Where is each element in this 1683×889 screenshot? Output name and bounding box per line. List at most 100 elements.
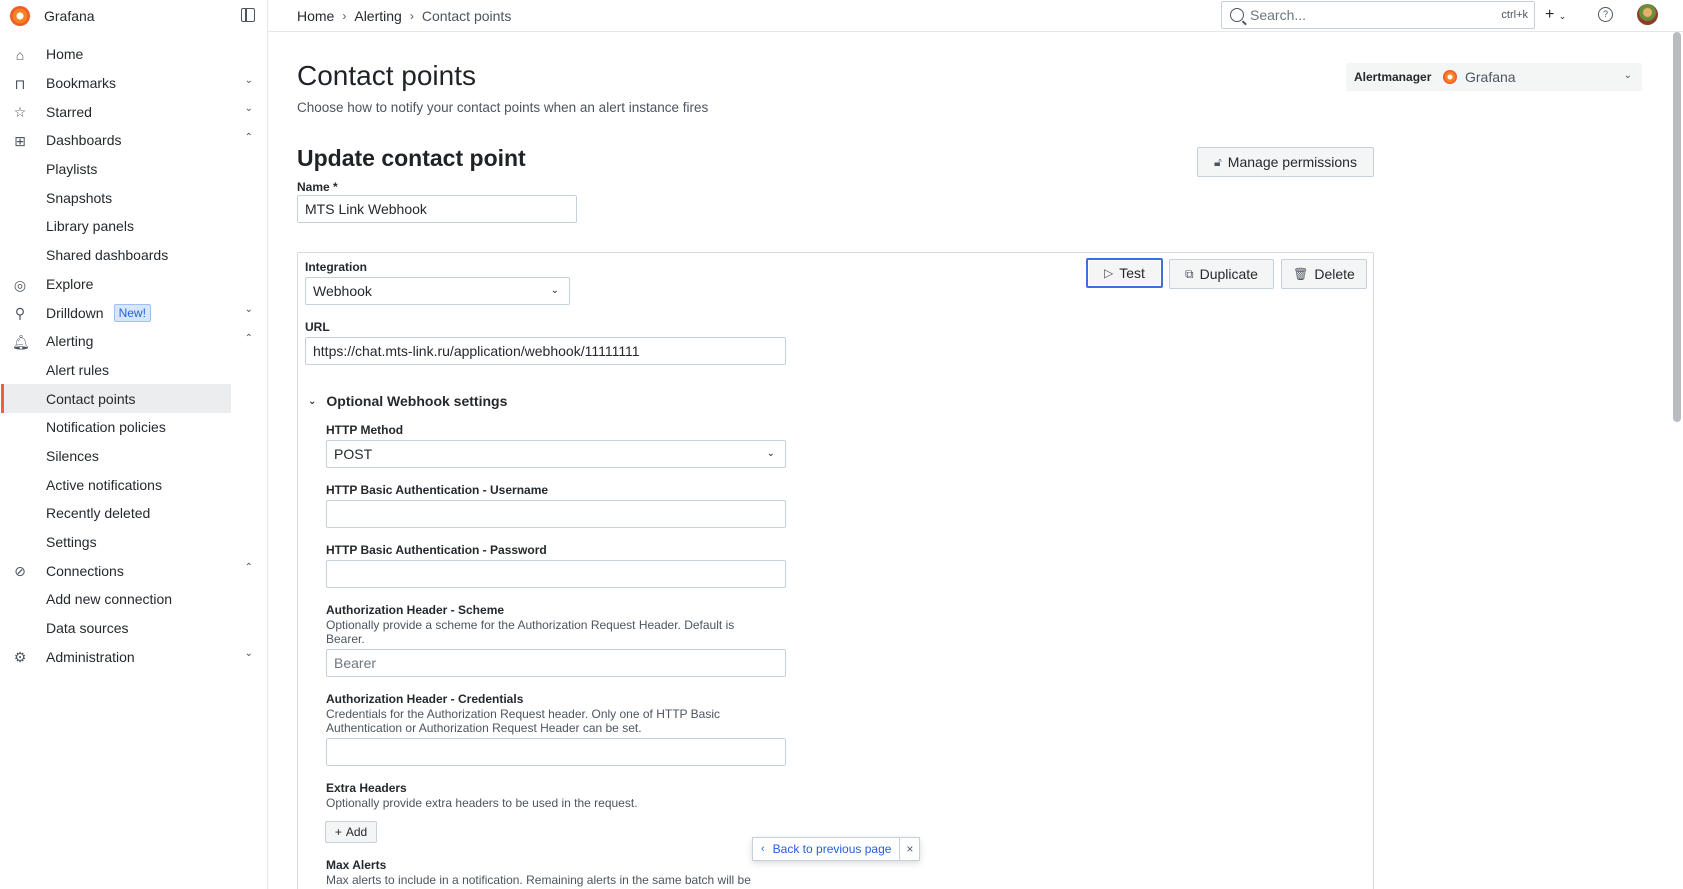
sidebar-item-library-panels[interactable]: Library panels xyxy=(0,212,267,241)
chevron-up-icon[interactable]: ⌃ xyxy=(245,132,253,143)
sidebar-item-bookmarks[interactable]: ⊓ Bookmarks ⌄ xyxy=(0,69,267,98)
max-alerts-label: Max Alerts xyxy=(326,858,387,872)
sidebar-item-home[interactable]: ⌂ Home xyxy=(0,40,267,69)
sidebar-nav: ⌂ Home ⊓ Bookmarks ⌄ ☆ Starred ⌄ ⊞ Dashboards ⌃ Pla… xyxy=(0,40,267,671)
sidebar-item-contact-points[interactable]: Contact points xyxy=(1,384,231,413)
sidebar-item-silences[interactable]: Silences xyxy=(0,442,267,471)
chevron-up-icon[interactable]: ⌃ xyxy=(245,333,253,344)
sidebar-item-starred[interactable]: ☆ Starred ⌄ xyxy=(0,97,267,126)
apps-icon: ⊞ xyxy=(14,133,26,150)
max-alerts-description: Max alerts to include in a notification.… xyxy=(326,873,751,887)
sidebar-item-settings[interactable]: Settings xyxy=(0,528,267,557)
sidebar-item-drilldown[interactable]: ⚲ Drilldown New! ⌄ xyxy=(0,298,267,327)
sidebar-item-label: Active notifications xyxy=(46,476,162,493)
star-icon: ☆ xyxy=(13,104,27,121)
url-input[interactable]: https://chat.mts-link.ru/application/web… xyxy=(305,337,786,365)
chevron-right-icon: › xyxy=(342,8,347,23)
test-label: Test xyxy=(1119,265,1145,281)
page-scrollbar[interactable] xyxy=(1673,32,1681,422)
page-title: Contact points xyxy=(297,60,476,91)
lock-icon: 🔓︎ xyxy=(1214,154,1222,169)
cog-icon: ⚙ xyxy=(13,649,27,666)
breadcrumb-current: Contact points xyxy=(421,7,512,24)
compass-icon: ◎ xyxy=(13,276,27,293)
sidebar-item-snapshots[interactable]: Snapshots xyxy=(0,183,267,212)
alertmanager-select[interactable]: Grafana ⌄ xyxy=(1434,63,1642,91)
optional-settings-title: Optional Webhook settings xyxy=(326,393,508,409)
sidebar-item-notification-policies[interactable]: Notification policies xyxy=(0,413,267,442)
manage-permissions-label: Manage permissions xyxy=(1227,154,1357,170)
sidebar-item-data-sources[interactable]: Data sources xyxy=(0,614,267,643)
trash-icon: 🗑︎ xyxy=(1293,267,1309,281)
url-label: URL xyxy=(305,320,330,334)
test-button[interactable]: ▷ Test xyxy=(1086,258,1163,288)
breadcrumb-home[interactable]: Home xyxy=(297,8,334,24)
sidebar-item-label: Home xyxy=(46,46,84,63)
delete-button[interactable]: 🗑︎ Delete xyxy=(1281,259,1367,289)
plus-icon: + xyxy=(1545,6,1555,23)
manage-permissions-button[interactable]: 🔓︎ Manage permissions xyxy=(1197,147,1374,177)
auth-credentials-input[interactable] xyxy=(326,738,786,766)
brand[interactable]: Grafana xyxy=(0,0,267,32)
basic-password-input[interactable] xyxy=(326,560,786,588)
optional-settings-toggle[interactable]: ⌄ Optional Webhook settings xyxy=(308,393,507,409)
chevron-down-icon: ⌄ xyxy=(550,285,559,296)
integration-value: Webhook xyxy=(313,283,372,299)
name-label: Name * xyxy=(297,180,338,194)
name-input[interactable]: MTS Link Webhook xyxy=(297,195,577,223)
close-icon[interactable]: × xyxy=(900,842,919,856)
chevron-down-icon: ⌄ xyxy=(1558,11,1567,21)
sidebar-item-label: Library panels xyxy=(46,218,134,235)
back-button[interactable]: ‹ Back to previous page xyxy=(753,838,901,860)
auth-scheme-input[interactable]: Bearer xyxy=(326,649,786,677)
search-input[interactable]: Search... ctrl+k xyxy=(1221,1,1535,29)
sidebar-item-recently-deleted[interactable]: Recently deleted xyxy=(0,499,267,528)
sidebar-item-alert-rules[interactable]: Alert rules xyxy=(0,356,267,385)
grafana-logo-icon xyxy=(1443,70,1457,84)
sidebar: Grafana ⌂ Home ⊓ Bookmarks ⌄ ☆ Starred ⌄ ⊞ Dashbo… xyxy=(0,0,268,889)
duplicate-label: Duplicate xyxy=(1199,266,1258,282)
avatar[interactable] xyxy=(1637,4,1658,25)
sidebar-item-active-notifications[interactable]: Active notifications xyxy=(0,470,267,499)
sidebar-item-playlists[interactable]: Playlists xyxy=(0,155,267,184)
auth-scheme-label: Authorization Header - Scheme xyxy=(326,603,505,617)
chevron-down-icon[interactable]: ⌄ xyxy=(245,304,253,315)
auth-scheme-description: Optionally provide a scheme for the Auth… xyxy=(326,618,735,646)
basic-username-label: HTTP Basic Authentication - Username xyxy=(326,483,549,497)
basic-username-input[interactable] xyxy=(326,500,786,528)
sidebar-item-administration[interactable]: ⚙ Administration ⌄ xyxy=(0,642,267,671)
chevron-up-icon[interactable]: ⌃ xyxy=(245,562,253,573)
sidebar-item-label: Alerting xyxy=(46,333,94,350)
sidebar-item-explore[interactable]: ◎ Explore xyxy=(0,270,267,299)
sidebar-item-label: Shared dashboards xyxy=(46,247,169,264)
http-method-value: POST xyxy=(334,446,373,462)
home-icon: ⌂ xyxy=(15,47,25,63)
delete-label: Delete xyxy=(1314,266,1355,282)
auth-credentials-label: Authorization Header - Credentials xyxy=(326,692,524,706)
help-icon[interactable]: ? xyxy=(1598,7,1613,22)
duplicate-button[interactable]: ⧉ Duplicate xyxy=(1169,259,1274,289)
sidebar-item-label: Silences xyxy=(46,447,99,464)
chevron-down-icon[interactable]: ⌄ xyxy=(245,103,253,114)
new-menu-button[interactable]: + ⌄ xyxy=(1545,6,1566,24)
grafana-logo-icon xyxy=(10,6,30,26)
extra-headers-label: Extra Headers xyxy=(326,781,407,795)
sidebar-item-dashboards[interactable]: ⊞ Dashboards ⌃ xyxy=(0,126,267,155)
breadcrumb-alerting[interactable]: Alerting xyxy=(354,8,401,24)
send-icon: ▷ xyxy=(1104,266,1114,280)
integration-select[interactable]: Webhook ⌄ xyxy=(305,277,570,305)
sidebar-item-label: Playlists xyxy=(46,161,98,178)
search-placeholder: Search... xyxy=(1250,7,1307,23)
auth-credentials-description: Credentials for the Authorization Reques… xyxy=(326,707,720,735)
chevron-down-icon[interactable]: ⌄ xyxy=(245,75,253,86)
sidebar-item-add-new-connection[interactable]: Add new connection xyxy=(0,585,267,614)
add-label: Add xyxy=(345,825,368,839)
chevron-down-icon[interactable]: ⌄ xyxy=(245,648,253,659)
sidebar-item-shared-dashboards[interactable]: Shared dashboards xyxy=(0,241,267,270)
add-header-button[interactable]: + Add xyxy=(325,821,377,843)
sidebar-item-alerting[interactable]: 🔔︎ Alerting ⌃ xyxy=(0,327,267,356)
dock-menu-icon[interactable] xyxy=(241,8,255,22)
bookmark-icon: ⊓ xyxy=(14,75,26,92)
sidebar-item-connections[interactable]: ⊘ Connections ⌃ xyxy=(0,556,267,585)
http-method-select[interactable]: POST ⌄ xyxy=(326,440,786,468)
